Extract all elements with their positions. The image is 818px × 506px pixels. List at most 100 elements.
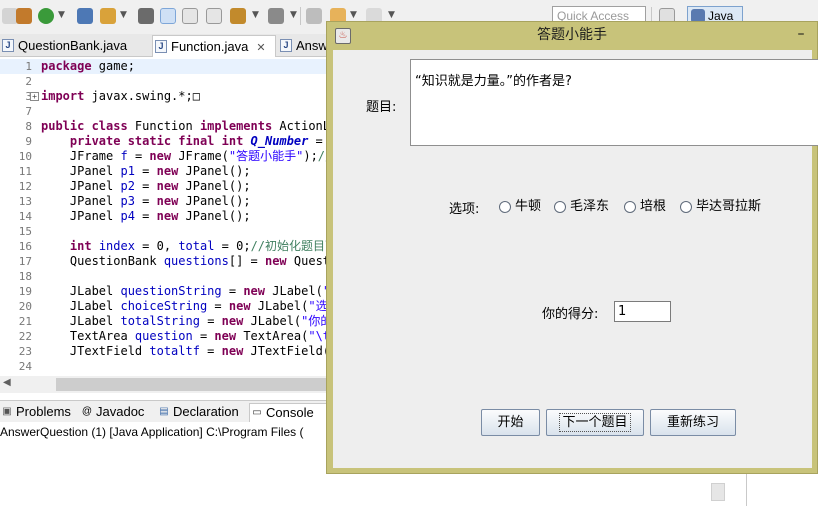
code-line[interactable]: 7 [0, 104, 328, 119]
line-number: 17 [18, 255, 32, 268]
line-number: 20 [18, 300, 32, 313]
search-wand-icon[interactable] [100, 8, 116, 24]
line-number: 1 [25, 60, 32, 73]
code-line[interactable]: 15 [0, 224, 328, 239]
run-icon[interactable] [138, 8, 154, 24]
annotation-icon[interactable] [230, 8, 246, 24]
option-radio-3[interactable]: 培根 [624, 198, 666, 216]
next-question-button[interactable]: 下一个题目 [546, 409, 644, 436]
package-icon[interactable] [16, 8, 32, 24]
tab-javadoc[interactable]: @ Javadoc [80, 403, 145, 423]
score-field[interactable]: 1 [614, 301, 671, 322]
editor-horizontal-scrollbar[interactable]: ◀ [0, 376, 328, 393]
tab-label: Answ [296, 38, 328, 53]
code-line[interactable]: 3 + import javax.swing.*;□ [0, 89, 328, 104]
java-file-icon: J [280, 39, 292, 52]
minimize-button[interactable]: – [793, 24, 809, 44]
code-line[interactable]: 2 [0, 74, 328, 89]
code-line[interactable]: 22 TextArea question = new TextArea("\t [0, 329, 328, 344]
line-number: 22 [18, 330, 32, 343]
code-line[interactable]: 8 public class Function implements Action… [0, 119, 328, 134]
tab-declaration[interactable]: ▤ Declaration [157, 403, 239, 423]
line-number: 15 [18, 225, 32, 238]
code-line[interactable]: 13 JPanel p3 = new JPanel(); [0, 194, 328, 209]
radio-circle[interactable] [554, 201, 566, 213]
open-type-icon[interactable] [77, 8, 93, 24]
option-radio-1[interactable]: 牛顿 [499, 198, 541, 216]
radio-circle[interactable] [624, 201, 636, 213]
code-line[interactable]: 23 JTextField totaltf = new JTextField(" [0, 344, 328, 359]
scrollbar-thumb[interactable] [56, 378, 328, 391]
code-line[interactable]: 10 JFrame f = new JFrame("答题小能手");//JF [0, 149, 328, 164]
start-button-label: 开始 [497, 415, 524, 430]
code-text: TextArea question = new TextArea("\t [41, 329, 328, 343]
line-number: 21 [18, 315, 32, 328]
line-number: 11 [18, 165, 32, 178]
close-icon[interactable]: ✕ [256, 42, 265, 54]
option-radio-4[interactable]: 毕达哥拉斯 [680, 198, 761, 216]
code-text: JPanel p1 = new JPanel(); [41, 164, 251, 178]
code-line[interactable]: 19 JLabel questionString = new JLabel("题 [0, 284, 328, 299]
code-line[interactable]: 18 [0, 269, 328, 284]
dropdown-arrow-icon[interactable]: ▼ [350, 10, 357, 20]
java-file-icon: J [155, 40, 167, 53]
line-number: 8 [25, 120, 32, 133]
scroll-left-icon[interactable]: ◀ [3, 377, 11, 388]
score-label: 你的得分: [542, 307, 599, 322]
start-button[interactable]: 开始 [481, 409, 540, 436]
code-line[interactable]: 20 JLabel choiceString = new JLabel("选项 [0, 299, 328, 314]
code-line[interactable]: 1 package game; [0, 59, 328, 74]
code-editor[interactable]: 1 package game; 2 3 + import javax.swing.*;□ 7… [0, 57, 328, 376]
vertical-scrollbar[interactable] [711, 483, 725, 501]
block-select-icon[interactable] [182, 8, 198, 24]
code-line[interactable]: 21 JLabel totalString = new JLabel("你的得 [0, 314, 328, 329]
fold-expand-icon[interactable]: + [30, 92, 39, 101]
dropdown-arrow-icon[interactable]: ▼ [58, 10, 65, 20]
tab-label: Function.java [171, 39, 249, 54]
window-titlebar[interactable]: ♨ 答题小能手 – [327, 22, 817, 49]
option-label: 毛泽东 [570, 199, 610, 214]
code-text: JPanel p3 = new JPanel(); [41, 194, 251, 208]
option-label: 培根 [640, 199, 667, 214]
code-line[interactable]: 11 JPanel p1 = new JPanel(); [0, 164, 328, 179]
code-line[interactable]: 17 QuestionBank questions[] = new Questi [0, 254, 328, 269]
code-line[interactable]: 24 [0, 359, 328, 374]
console-icon: ▭ [252, 407, 262, 418]
dropdown-arrow-icon[interactable]: ▼ [120, 10, 127, 20]
tab-function[interactable]: J Function.java ✕ [152, 35, 276, 57]
code-line[interactable]: 12 JPanel p2 = new JPanel(); [0, 179, 328, 194]
next-annotation-icon[interactable] [268, 8, 284, 24]
tab-problems[interactable]: ▣ Problems [0, 403, 71, 423]
question-textarea[interactable]: “知识就是力量。”的作者是? [410, 59, 818, 146]
line-number: 10 [18, 150, 32, 163]
dropdown-arrow-icon[interactable]: ▼ [388, 10, 395, 20]
radio-circle[interactable] [499, 201, 511, 213]
toolbar-separator [300, 7, 301, 25]
new-class-icon[interactable] [38, 8, 54, 24]
next-question-label: 下一个题目 [559, 413, 631, 432]
problems-icon: ▣ [2, 406, 12, 417]
dropdown-arrow-icon[interactable]: ▼ [252, 10, 259, 20]
toggle-mark-icon[interactable] [160, 8, 176, 24]
tab-answerquestion[interactable]: J Answ [278, 35, 328, 57]
console-view[interactable]: AnswerQuestion (1) [Java Application] C:… [0, 422, 328, 506]
radio-circle[interactable] [680, 201, 692, 213]
tab-console[interactable]: ▭ Console [249, 403, 328, 423]
code-text: import javax.swing.*;□ [41, 89, 200, 103]
show-whitespace-icon[interactable] [206, 8, 222, 24]
code-text: private static final int Q_Number = 1 [69, 134, 323, 148]
code-text: JLabel totalString = new JLabel("你的得 [41, 314, 328, 328]
tab-label: Problems [16, 404, 71, 419]
last-edit-icon[interactable] [306, 8, 322, 24]
code-line[interactable]: 14 JPanel p4 = new JPanel(); [0, 209, 328, 224]
line-number: 2 [25, 75, 32, 88]
code-line[interactable]: 16 int index = 0, total = 0;//初始化题目下标和 [0, 239, 328, 254]
code-text: JPanel p2 = new JPanel(); [41, 179, 251, 193]
dropdown-arrow-icon[interactable]: ▼ [290, 10, 297, 20]
retry-button[interactable]: 重新练习 [650, 409, 736, 436]
code-line[interactable]: 9 private static final int Q_Number = 1 [0, 134, 328, 149]
line-number: 14 [18, 210, 32, 223]
tab-label: Declaration [173, 404, 239, 419]
tab-questionbank[interactable]: J QuestionBank.java [0, 35, 150, 57]
option-radio-2[interactable]: 毛泽东 [554, 198, 609, 216]
